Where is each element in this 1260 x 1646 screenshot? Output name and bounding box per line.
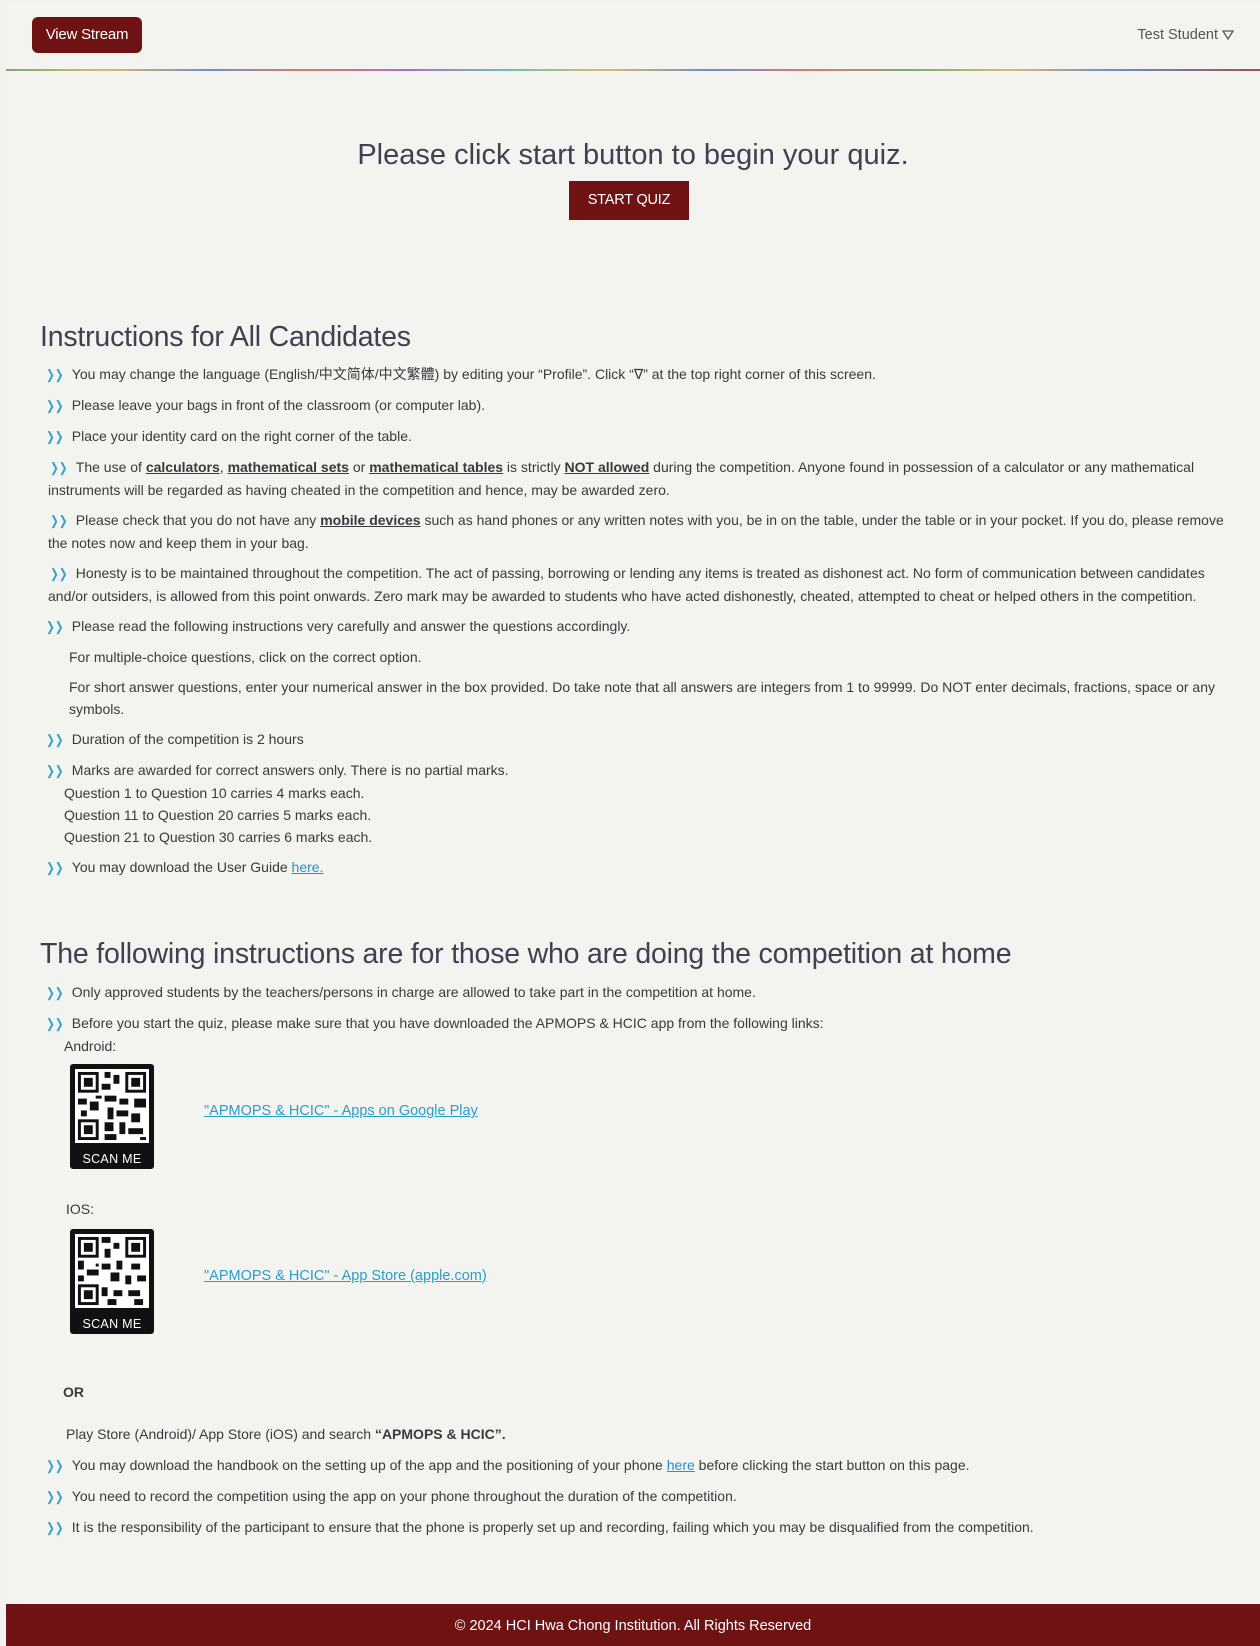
short-answer-instruction: For short answer questions, enter your n… xyxy=(69,679,1215,717)
header-divider xyxy=(6,69,1260,71)
android-qr-code: SCAN ME xyxy=(70,1064,154,1169)
list-item: ❯❯ You may download the handbook on the s… xyxy=(44,1454,1224,1477)
double-chevron-icon: ❯❯ xyxy=(46,732,64,747)
double-chevron-icon: ❯❯ xyxy=(46,860,64,875)
footer: © 2024 HCI Hwa Chong Institution. All Ri… xyxy=(6,1604,1260,1646)
user-guide-link[interactable]: here. xyxy=(292,859,324,875)
list-item: ❯❯ Honesty is to be maintained throughout… xyxy=(48,565,1205,604)
double-chevron-icon: ❯❯ xyxy=(46,398,64,413)
list-item: ❯❯ You need to record the competition usi… xyxy=(44,1485,1224,1508)
double-chevron-icon: ❯❯ xyxy=(50,513,68,528)
ios-label: IOS: xyxy=(66,1201,95,1217)
double-chevron-icon: ❯❯ xyxy=(46,429,64,444)
list-item: ❯❯ It is the responsibility of the partic… xyxy=(44,1516,1224,1539)
ios-qr-code: SCAN ME xyxy=(70,1229,154,1334)
list-item: ❯❯ Please leave your bags in front of the… xyxy=(44,394,1224,417)
start-prompt: Please click start button to begin your … xyxy=(357,139,909,171)
google-play-link[interactable]: "APMOPS & HCIC" - Apps on Google Play xyxy=(204,1103,478,1119)
qr-code-icon xyxy=(77,1071,147,1141)
section-title-all-candidates: Instructions for All Candidates xyxy=(40,321,411,353)
list-item: ❯❯ The use of calculators, mathematical s… xyxy=(48,459,1195,498)
list-item: ❯❯ Place your identity card on the right … xyxy=(44,425,1224,448)
double-chevron-icon: ❯❯ xyxy=(46,367,64,382)
list-item: ❯❯ You may change the language (English/中… xyxy=(44,363,1224,386)
double-chevron-icon: ❯❯ xyxy=(46,985,64,1000)
double-chevron-icon: ❯❯ xyxy=(46,1520,64,1535)
list-item: ❯❯ Duration of the competition is 2 hours xyxy=(44,728,1224,751)
home-instructions-list-cont: ❯❯ You may download the handbook on the s… xyxy=(44,1454,1224,1547)
app-store-link[interactable]: "APMOPS & HCIC" - App Store (apple.com) xyxy=(204,1268,487,1284)
double-chevron-icon: ❯❯ xyxy=(46,619,64,634)
list-item: ❯❯ Marks are awarded for correct answers … xyxy=(44,759,1224,848)
user-menu[interactable]: Test Student xyxy=(1137,27,1234,43)
list-item: ❯❯ You may download the User Guide here. xyxy=(44,856,1224,879)
marks-line: Question 1 to Question 10 carries 4 mark… xyxy=(64,785,365,801)
list-item: ❯❯ Please read the following instructions… xyxy=(44,615,1224,720)
user-name: Test Student xyxy=(1137,27,1218,43)
list-item: ❯❯ Before you start the quiz, please make… xyxy=(44,1012,1224,1057)
double-chevron-icon: ❯❯ xyxy=(50,460,68,475)
page: View Stream Test Student Please click st… xyxy=(6,3,1260,1646)
marks-line: Question 21 to Question 30 carries 6 mar… xyxy=(64,829,373,845)
qr-code-icon xyxy=(77,1236,147,1306)
double-chevron-icon: ❯❯ xyxy=(46,1016,64,1031)
or-label: OR xyxy=(63,1384,84,1400)
home-instructions-list: ❯❯ Only approved students by the teachers… xyxy=(44,981,1224,1065)
double-chevron-icon: ❯❯ xyxy=(46,1458,64,1473)
double-chevron-icon: ❯❯ xyxy=(46,1489,64,1504)
android-label: Android: xyxy=(64,1038,117,1054)
marks-line: Question 11 to Question 20 carries 5 mar… xyxy=(64,807,372,823)
view-stream-button[interactable]: View Stream xyxy=(32,17,142,53)
double-chevron-icon: ❯❯ xyxy=(46,763,64,778)
list-item: ❯❯ Please check that you do not have any … xyxy=(48,512,1224,551)
mcq-instruction: For multiple-choice questions, click on … xyxy=(69,649,422,665)
list-item: ❯❯ Only approved students by the teachers… xyxy=(44,981,1224,1004)
handbook-link[interactable]: here xyxy=(667,1457,695,1473)
top-bar: View Stream Test Student xyxy=(6,3,1260,71)
qr-label: SCAN ME xyxy=(82,1317,142,1331)
qr-label: SCAN ME xyxy=(82,1152,142,1166)
instructions-list: ❯❯ You may change the language (English/中… xyxy=(44,363,1224,887)
start-quiz-button[interactable]: START QUIZ xyxy=(569,181,689,220)
triangle-down-icon xyxy=(1222,30,1234,40)
double-chevron-icon: ❯❯ xyxy=(50,566,68,581)
section-title-home: The following instructions are for those… xyxy=(40,938,1012,970)
copyright-text: © 2024 HCI Hwa Chong Institution. All Ri… xyxy=(454,1618,812,1634)
search-instruction: Play Store (Android)/ App Store (iOS) an… xyxy=(66,1426,506,1442)
